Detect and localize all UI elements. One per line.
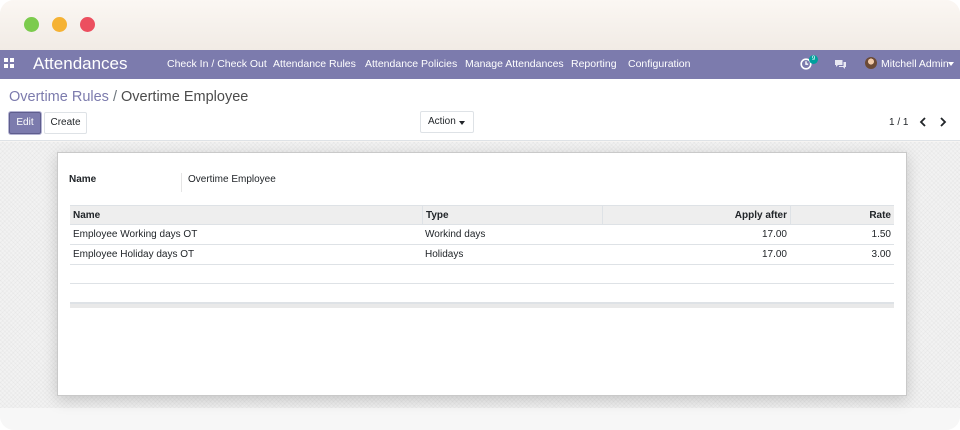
main-navbar: Attendances Check In / Check Out Attenda… <box>0 50 960 79</box>
row-apply-after-cell: 17.00 <box>761 229 787 240</box>
create-button[interactable]: Create <box>44 112 87 134</box>
caret-down-icon <box>459 121 465 125</box>
breadcrumb: Overtime Rules / Overtime Employee <box>9 88 248 106</box>
browser-window: Attendances Check In / Check Out Attenda… <box>0 0 960 430</box>
row-name-cell: Employee Working days OT <box>73 229 198 240</box>
user-avatar[interactable] <box>865 57 877 69</box>
window-close-icon[interactable] <box>24 17 39 32</box>
window-minimize-icon[interactable] <box>52 17 67 32</box>
name-field-value: Overtime Employee <box>181 173 276 192</box>
row-type-cell: Workind days <box>425 229 486 240</box>
breadcrumb-parent-link[interactable]: Overtime Rules <box>9 89 109 105</box>
menu-attendance-policies[interactable]: Attendance Policies <box>365 57 457 71</box>
control-panel: Overtime Rules / Overtime Employee Edit … <box>0 79 960 141</box>
row-rate-cell: 3.00 <box>871 249 891 260</box>
menu-check-in-out[interactable]: Check In / Check Out <box>167 57 267 71</box>
activity-count-badge: 9 <box>809 55 818 64</box>
name-field-label: Name <box>69 174 97 185</box>
edit-button[interactable]: Edit <box>9 112 41 134</box>
chevron-down-icon[interactable] <box>948 62 954 66</box>
pager-previous-icon[interactable] <box>916 114 930 130</box>
app-title[interactable]: Attendances <box>33 53 128 75</box>
row-name-cell: Employee Holiday days OT <box>73 249 195 260</box>
table-row[interactable]: Employee Working days OT Workind days 17… <box>70 225 894 245</box>
user-menu-name[interactable]: Mitchell Admin <box>881 57 949 71</box>
column-header-rate[interactable]: Rate <box>790 206 894 225</box>
breadcrumb-separator: / <box>112 89 117 105</box>
action-dropdown-label: Action <box>428 116 456 127</box>
column-header-apply-after[interactable]: Apply after <box>602 206 790 225</box>
menu-configuration[interactable]: Configuration <box>628 57 690 71</box>
menu-reporting[interactable]: Reporting <box>571 57 617 71</box>
window-titlebar <box>0 0 960 50</box>
column-header-name[interactable]: Name <box>70 206 422 225</box>
breadcrumb-current: Overtime Employee <box>121 89 249 105</box>
menu-manage-attendances[interactable]: Manage Attendances <box>465 57 564 71</box>
pager-value[interactable]: 1 / 1 <box>889 116 908 130</box>
overtime-rules-table: Name Type Apply after Rate Employee Work… <box>70 205 894 308</box>
apps-grid-icon[interactable] <box>4 58 14 68</box>
row-apply-after-cell: 17.00 <box>761 249 787 260</box>
table-footer <box>70 303 894 308</box>
empty-table-row <box>70 265 894 284</box>
empty-table-row <box>70 284 894 303</box>
row-type-cell: Holidays <box>425 249 464 260</box>
action-dropdown-button[interactable]: Action <box>420 111 474 133</box>
window-maximize-icon[interactable] <box>80 17 95 32</box>
table-row[interactable]: Employee Holiday days OT Holidays 17.00 … <box>70 245 894 265</box>
table-header-row: Name Type Apply after Rate <box>70 205 894 225</box>
column-header-type[interactable]: Type <box>422 206 602 225</box>
form-sheet: Name Overtime Employee Name Type Apply a… <box>57 152 907 396</box>
chat-icon[interactable] <box>834 59 847 70</box>
bottom-strip <box>0 408 960 430</box>
pager-next-icon[interactable] <box>936 114 950 130</box>
row-rate-cell: 1.50 <box>871 229 891 240</box>
menu-attendance-rules[interactable]: Attendance Rules <box>273 57 356 71</box>
